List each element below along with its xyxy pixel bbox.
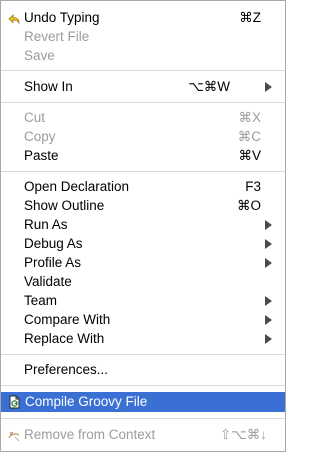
menu-item-profile-as[interactable]: Profile As — [1, 253, 285, 272]
menu-item-shortcut: ⌘O — [236, 198, 261, 213]
menu-item-label: Replace With — [24, 331, 105, 346]
menu-item-revert-file[interactable]: Revert File — [1, 27, 285, 46]
menu-separator — [1, 354, 285, 355]
submenu-arrow-icon — [265, 296, 272, 306]
menu-item-label: Show Outline — [24, 198, 105, 213]
submenu-arrow-icon — [265, 258, 272, 268]
menu-item-label: Copy — [24, 129, 56, 144]
menu-item-label: Profile As — [24, 255, 82, 270]
menu-item-label: Paste — [24, 148, 59, 163]
submenu-arrow-icon — [265, 315, 272, 325]
menu-item-debug-as[interactable]: Debug As — [1, 234, 285, 253]
menu-item-label: Debug As — [24, 236, 83, 251]
groovy-file-icon — [7, 395, 21, 409]
menu-item-validate[interactable]: Validate — [1, 272, 285, 291]
menu-item-shortcut: ⌘Z — [239, 10, 261, 25]
menu-item-replace-with[interactable]: Replace With — [1, 329, 285, 348]
menu-item-shortcut: ⌘V — [238, 148, 261, 163]
menu-item-preferences[interactable]: Preferences... — [1, 360, 285, 379]
menu-item-label: Save — [24, 48, 55, 63]
menu-item-save[interactable]: Save — [1, 46, 285, 65]
menu-item-label: Undo Typing — [24, 10, 100, 25]
menu-item-remove-from-context[interactable]: Remove from Context ⇧⌥⌘↓ — [1, 425, 285, 444]
menu-item-label: Validate — [24, 274, 72, 289]
submenu-arrow-icon — [265, 220, 272, 230]
menu-separator — [1, 385, 285, 386]
menu-item-copy[interactable]: Copy ⌘C — [1, 127, 285, 146]
menu-item-label: Show In — [24, 79, 73, 94]
undo-arrow-icon — [7, 11, 21, 25]
menu-item-run-as[interactable]: Run As — [1, 215, 285, 234]
menu-item-open-declaration[interactable]: Open Declaration F3 — [1, 177, 285, 196]
menu-item-cut[interactable]: Cut ⌘X — [1, 108, 285, 127]
menu-item-label: Cut — [24, 110, 46, 125]
menu-item-team[interactable]: Team — [1, 291, 285, 310]
menu-item-label: Remove from Context — [24, 427, 156, 442]
menu-item-label: Compare With — [24, 312, 111, 327]
menu-item-label: Preferences... — [24, 362, 109, 377]
menu-item-compare-with[interactable]: Compare With — [1, 310, 285, 329]
menu-item-show-in[interactable]: Show In ⌥⌘W — [1, 77, 285, 96]
menu-separator — [1, 102, 285, 103]
context-menu: Undo Typing ⌘Z Revert File Save Show In … — [0, 0, 286, 452]
menu-separator — [1, 171, 285, 172]
menu-item-shortcut: ⇧⌥⌘↓ — [219, 427, 267, 442]
menu-item-shortcut: ⌘X — [238, 110, 261, 125]
menu-item-shortcut: F3 — [245, 179, 261, 194]
menu-item-label: Revert File — [24, 29, 90, 44]
submenu-arrow-icon — [265, 334, 272, 344]
menu-item-undo-typing[interactable]: Undo Typing ⌘Z — [1, 8, 285, 27]
menu-item-shortcut: ⌘C — [237, 129, 261, 144]
menu-item-show-outline[interactable]: Show Outline ⌘O — [1, 196, 285, 215]
menu-item-shortcut: ⌥⌘W — [188, 79, 230, 94]
menu-separator — [1, 418, 285, 419]
submenu-arrow-icon — [265, 239, 272, 249]
menu-item-paste[interactable]: Paste ⌘V — [1, 146, 285, 165]
remove-context-icon — [7, 428, 21, 442]
menu-item-compile-groovy-file[interactable]: Compile Groovy File — [1, 392, 285, 412]
menu-separator — [1, 70, 285, 71]
menu-item-label: Compile Groovy File — [25, 394, 148, 409]
menu-item-label: Run As — [24, 217, 68, 232]
menu-item-label: Open Declaration — [24, 179, 130, 194]
menu-item-label: Team — [24, 293, 58, 308]
submenu-arrow-icon — [265, 82, 272, 92]
